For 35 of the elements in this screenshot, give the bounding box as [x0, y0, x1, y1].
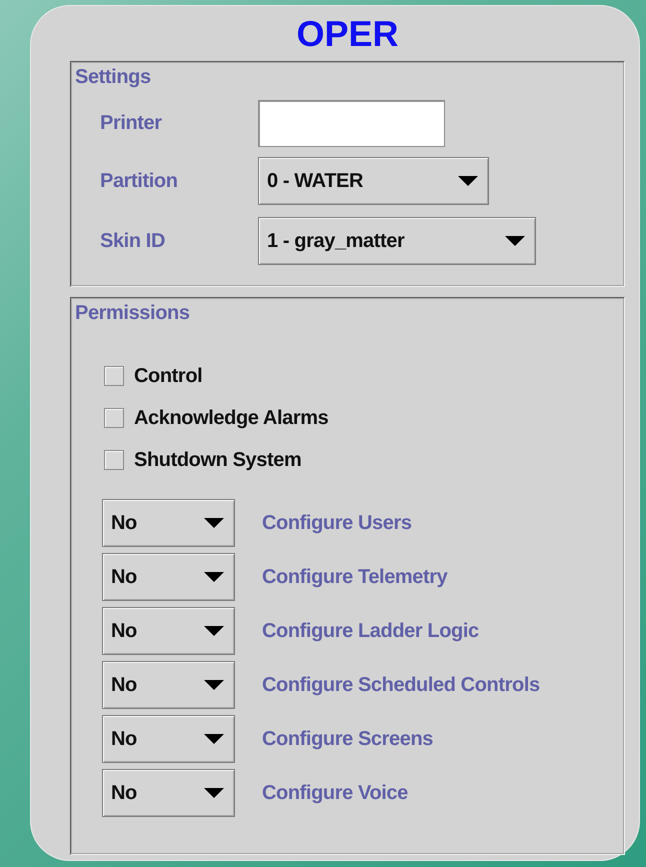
caret-icon: [204, 572, 224, 582]
panel-title: OPER: [295, 12, 400, 56]
dropdown[interactable]: No: [102, 769, 235, 817]
caret-icon: [458, 176, 478, 186]
dropdown[interactable]: No: [102, 553, 235, 601]
dropdown[interactable]: 1 - gray_matter: [258, 217, 536, 265]
caret-icon: [204, 518, 224, 528]
checkbox[interactable]: [104, 450, 124, 470]
permission-label: Configure Scheduled Controls: [262, 674, 540, 696]
dropdown[interactable]: No: [102, 715, 235, 763]
permission-label: Configure Telemetry: [262, 566, 448, 588]
permission-label: Configure Screens: [262, 728, 434, 750]
checkbox-label: Acknowledge Alarms: [134, 406, 328, 430]
field-label: Partition: [100, 170, 179, 192]
checkbox[interactable]: [104, 366, 124, 386]
checkbox-label: Control: [134, 364, 202, 388]
caret-icon: [204, 734, 224, 744]
permission-label: Configure Ladder Logic: [262, 620, 479, 642]
field-label: Printer: [100, 112, 163, 134]
input-field[interactable]: [258, 100, 445, 146]
caret-icon: [204, 680, 224, 690]
dropdown[interactable]: No: [102, 661, 235, 709]
permission-label: Configure Users: [262, 512, 412, 534]
caret-icon: [204, 626, 224, 636]
permission-label: Configure Voice: [262, 782, 408, 804]
dropdown[interactable]: No: [102, 499, 235, 547]
dropdown[interactable]: No: [102, 607, 235, 655]
caret-icon: [505, 236, 525, 246]
field-label: Skin ID: [100, 230, 166, 252]
caret-icon: [204, 788, 224, 798]
group-title: Permissions: [74, 301, 190, 325]
dropdown[interactable]: 0 - WATER: [258, 157, 489, 205]
group-title: Settings: [74, 65, 151, 89]
checkbox-label: Shutdown System: [134, 448, 302, 472]
checkbox[interactable]: [104, 408, 124, 428]
